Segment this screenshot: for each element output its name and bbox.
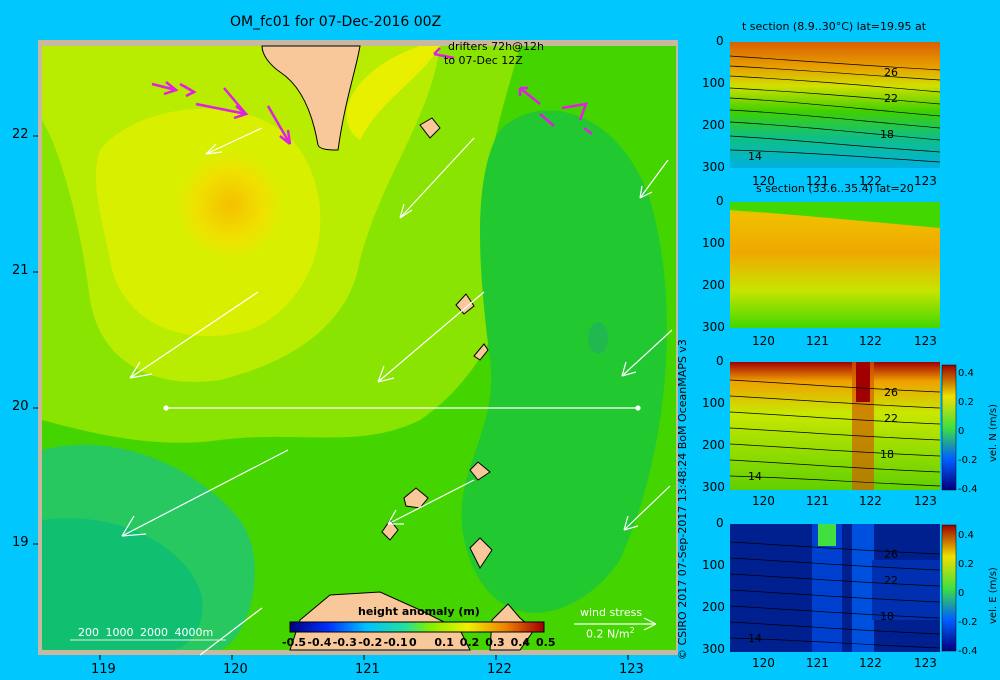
velocity-colorbar-tick: -0.4 xyxy=(958,646,978,657)
depth-tick: 300 xyxy=(702,160,725,174)
lon-tick: 122 xyxy=(859,656,882,670)
depth-tick: 100 xyxy=(702,558,725,572)
depth-tick: 100 xyxy=(702,76,725,90)
s-section-title: s section (33.6..35.4) lat=20 xyxy=(756,182,914,195)
section-panels xyxy=(729,42,957,652)
vel-e-colorbar xyxy=(941,524,957,652)
lon-tick: 123 xyxy=(914,656,937,670)
contour-label: 14 xyxy=(748,470,762,483)
lon-tick: 121 xyxy=(806,656,829,670)
depth-tick: 300 xyxy=(702,320,725,334)
lon-tick: 121 xyxy=(806,494,829,508)
depth-tick: 0 xyxy=(716,194,724,208)
contour-label: 22 xyxy=(884,412,898,425)
depth-tick: 200 xyxy=(702,118,725,132)
lon-tick: 122 xyxy=(859,494,882,508)
vel-e-section xyxy=(729,524,957,652)
velocity-colorbar-tick: -0.2 xyxy=(958,617,978,628)
lon-tick: 121 xyxy=(806,334,829,348)
vel-n-section xyxy=(729,362,957,491)
contour-label: 18 xyxy=(880,448,894,461)
velocity-colorbar-tick: -0.4 xyxy=(958,484,978,495)
depth-tick: 100 xyxy=(702,236,725,250)
vel-n-colorbar xyxy=(941,364,957,491)
contour-label: 22 xyxy=(884,574,898,587)
lon-tick: 123 xyxy=(914,334,937,348)
depth-tick: 100 xyxy=(702,396,725,410)
contour-label: 14 xyxy=(748,632,762,645)
velocity-colorbar-tick: -0.2 xyxy=(958,455,978,466)
depth-tick: 0 xyxy=(716,34,724,48)
contour-label: 14 xyxy=(748,150,762,163)
depth-tick: 300 xyxy=(702,480,725,494)
t-section-title: t section (8.9..30°C) lat=19.95 at xyxy=(742,20,927,33)
lon-tick: 122 xyxy=(859,334,882,348)
velocity-colorbar-tick: 0.4 xyxy=(958,368,974,379)
depth-tick: 300 xyxy=(702,642,725,656)
velocity-colorbar-tick: 0 xyxy=(958,588,965,599)
depth-tick: 0 xyxy=(716,354,724,368)
lon-tick: 120 xyxy=(752,656,775,670)
contour-label: 26 xyxy=(884,386,898,399)
depth-tick: 0 xyxy=(716,516,724,530)
velocity-colorbar-tick: 0.2 xyxy=(958,397,974,408)
velocity-colorbar-tick: 0.2 xyxy=(958,559,974,570)
velocity-colorbar-tick: 0 xyxy=(958,426,965,437)
s-section xyxy=(730,202,940,328)
contour-label: 26 xyxy=(884,66,898,79)
velocity-colorbar-label: vel. N (m/s) xyxy=(988,404,999,462)
contour-label: 18 xyxy=(880,610,894,623)
depth-tick: 200 xyxy=(702,438,725,452)
contour-label: 22 xyxy=(884,92,898,105)
depth-tick: 200 xyxy=(702,278,725,292)
lon-tick: 120 xyxy=(752,334,775,348)
lon-tick: 123 xyxy=(914,494,937,508)
contour-label: 26 xyxy=(884,548,898,561)
lon-tick: 122 xyxy=(859,174,882,188)
lon-tick: 120 xyxy=(752,494,775,508)
velocity-colorbar-tick: 0.4 xyxy=(958,530,974,541)
depth-tick: 200 xyxy=(702,600,725,614)
lon-tick: 123 xyxy=(914,174,937,188)
lon-tick: 120 xyxy=(752,174,775,188)
velocity-colorbar-label: vel. E (m/s) xyxy=(988,567,999,624)
lon-tick: 121 xyxy=(806,174,829,188)
contour-label: 18 xyxy=(880,128,894,141)
